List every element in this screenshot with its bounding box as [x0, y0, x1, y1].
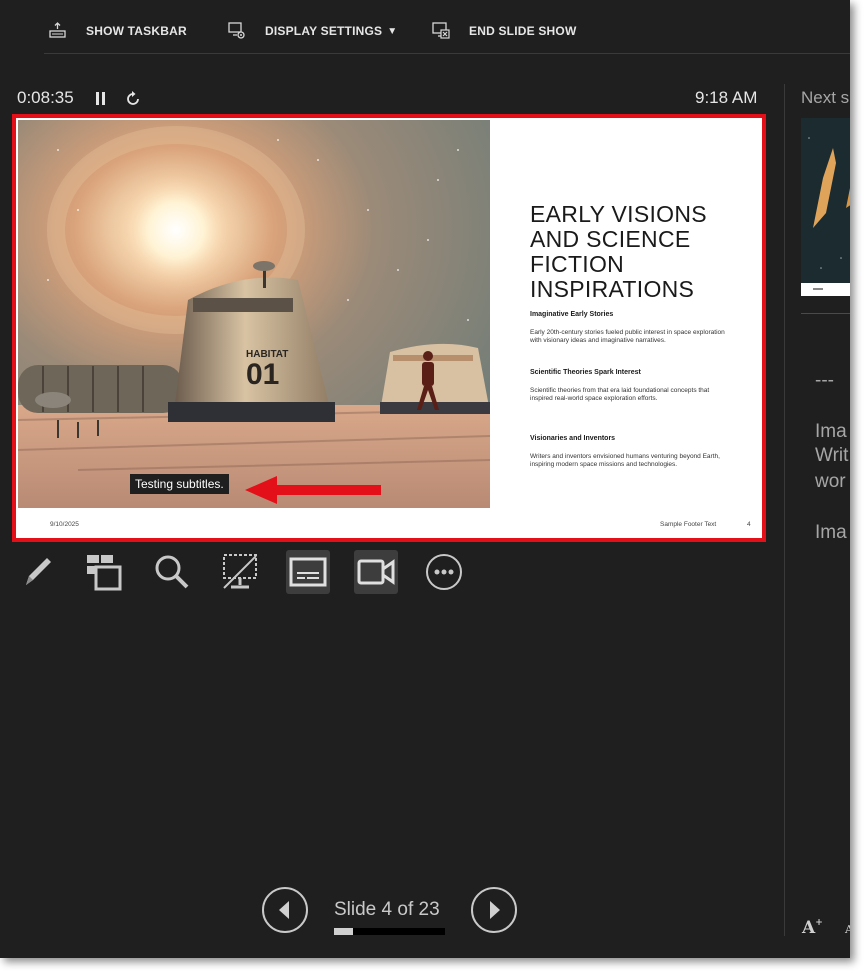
- notes-line: ---: [815, 370, 834, 391]
- previous-slide-button[interactable]: [262, 887, 308, 933]
- notes-line: Ima: [815, 522, 847, 543]
- pen-tool-button[interactable]: [15, 550, 59, 594]
- taskbar-icon: [48, 21, 68, 41]
- clock: 9:18 AM: [695, 88, 758, 107]
- black-screen-button[interactable]: [218, 550, 262, 594]
- pen-icon: [26, 558, 51, 585]
- pause-icon[interactable]: [94, 91, 108, 106]
- notes-line: Writ: [815, 445, 849, 466]
- section-body: Scientific theories from that era laid f…: [530, 387, 710, 402]
- slide-footer-date: 9/10/2025: [50, 521, 79, 528]
- display-settings-icon: [227, 21, 247, 41]
- camera-icon: [357, 559, 395, 585]
- end-show-icon: [431, 21, 451, 41]
- slide-illustration: HABITAT 01: [18, 120, 490, 508]
- decrease-font-size-button[interactable]: A: [845, 923, 850, 936]
- slide-progress-bar: [334, 928, 445, 935]
- next-slide-label: Next s: [801, 88, 850, 107]
- section-body: Writers and inventors envisioned humans …: [530, 453, 720, 468]
- slide-counter[interactable]: Slide 4 of 23: [334, 899, 440, 921]
- slide-title: EARLY VISIONS AND SCIENCE FICTION INSPIR…: [530, 201, 707, 302]
- more-options-button[interactable]: [422, 550, 466, 594]
- presenter-view-window: SHOW TASKBAR DISPLAY SETTINGS ▼ END SLID…: [0, 0, 850, 958]
- show-taskbar-label: SHOW TASKBAR: [86, 24, 187, 38]
- pane-divider[interactable]: [784, 84, 785, 936]
- all-slides-icon: [87, 555, 122, 591]
- more-options-icon: [426, 554, 462, 590]
- camera-toggle-button[interactable]: [354, 550, 398, 594]
- notes-line: Ima: [815, 421, 847, 442]
- annotation-arrow: [245, 476, 381, 504]
- see-all-slides-button[interactable]: [82, 550, 126, 594]
- notes-divider: [801, 313, 850, 314]
- display-settings-label: DISPLAY SETTINGS: [265, 24, 383, 38]
- section-body: Early 20th-century stories fueled public…: [530, 329, 725, 344]
- habitat-number: 01: [246, 358, 279, 391]
- caret-down-icon: ▼: [387, 25, 398, 37]
- elapsed-timer: 0:08:35: [17, 88, 74, 107]
- end-slide-show-button[interactable]: END SLIDE SHOW: [431, 17, 576, 45]
- slide-progress-fill: [334, 928, 354, 935]
- slide-footer-text: Sample Footer Text: [660, 521, 717, 528]
- top-toolbar: SHOW TASKBAR DISPLAY SETTINGS ▼ END SLID…: [0, 0, 850, 54]
- subtitle-caption: Testing subtitles.: [130, 474, 229, 494]
- section-heading: Visionaries and Inventors: [530, 435, 616, 442]
- subtitles-icon: [289, 557, 327, 587]
- end-slide-show-label: END SLIDE SHOW: [469, 24, 577, 38]
- zoom-button[interactable]: [150, 550, 194, 594]
- current-slide[interactable]: HABITAT 01 EARLY VISIONS AND SCIENCE FIC…: [12, 114, 766, 542]
- subtitles-toggle-button[interactable]: [286, 550, 330, 594]
- next-slide-thumbnail[interactable]: [801, 118, 850, 296]
- reset-icon[interactable]: [124, 90, 142, 108]
- section-heading: Scientific Theories Spark Interest: [530, 369, 641, 376]
- toolbar-divider: [44, 53, 850, 54]
- slide-page-number: 4: [747, 521, 751, 528]
- show-taskbar-button[interactable]: SHOW TASKBAR: [48, 17, 187, 45]
- increase-font-size-button[interactable]: A+: [802, 918, 823, 938]
- notes-line: wor: [815, 471, 846, 492]
- zoom-icon: [155, 555, 189, 589]
- slide-text-panel: [490, 118, 762, 538]
- black-screen-icon: [223, 554, 257, 589]
- next-slide-preview: [801, 118, 850, 296]
- chevron-right-icon: [490, 901, 500, 919]
- section-heading: Imaginative Early Stories: [530, 311, 614, 318]
- next-slide-button[interactable]: [471, 887, 517, 933]
- display-settings-button[interactable]: DISPLAY SETTINGS ▼: [227, 17, 397, 45]
- chevron-left-icon: [279, 901, 289, 919]
